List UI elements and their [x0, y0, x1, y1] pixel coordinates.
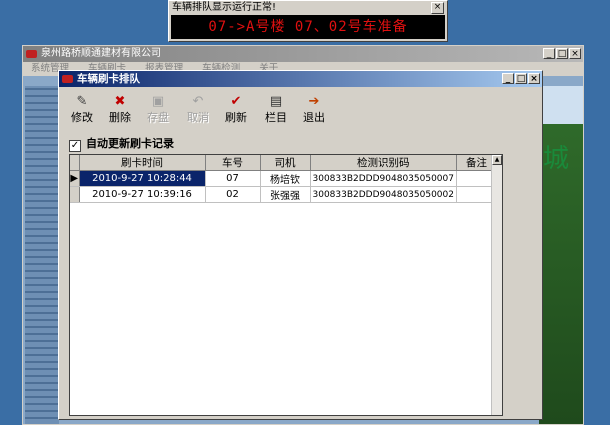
delete-icon: ✖: [114, 94, 126, 109]
cell-driver[interactable]: 张强强: [260, 186, 311, 203]
child-title-text: 车辆刷卡排队: [77, 73, 140, 85]
delete-button[interactable]: ✖ 删除: [103, 91, 137, 129]
records-grid[interactable]: 刷卡时间 车号 司机 检测识别码 备注 ▶ 2010-9-27 10:28:44…: [69, 154, 503, 416]
auto-update-checkbox[interactable]: ✓ 自动更新刷卡记录: [69, 137, 174, 152]
cancel-label: 取消: [187, 111, 209, 124]
main-minimize-button[interactable]: _: [543, 48, 555, 59]
row-pointer-icon: ▶: [70, 170, 80, 187]
exit-button[interactable]: ➔ 退出: [297, 91, 331, 129]
main-title-text: 泉州路桥顺通建材有限公司: [41, 48, 161, 59]
refresh-button[interactable]: ✔ 刷新: [219, 91, 253, 129]
child-close-button[interactable]: ×: [528, 73, 540, 84]
cancel-icon: ↶: [192, 94, 204, 109]
row-indicator: [70, 186, 80, 203]
toolbar: ✎ 修改 ✖ 删除 ▣ 存盘 ↶ 取消 ✔ 刷新 ▤ 栏目 ➔ 退出: [59, 89, 542, 133]
led-message-display: 07->A号楼 07、02号车准备: [171, 15, 445, 39]
child-minimize-button[interactable]: _: [502, 73, 514, 84]
columns-button[interactable]: ▤ 栏目: [259, 91, 293, 129]
header-indicator: [70, 155, 80, 171]
main-close-button[interactable]: ×: [569, 48, 581, 59]
background-sign-text: 城: [542, 144, 569, 174]
refresh-icon: ✔: [230, 94, 242, 109]
app-logo-icon: [26, 50, 37, 58]
led-status-window: 车辆排队显示运行正常! × 07->A号楼 07、02号车准备: [168, 0, 448, 42]
exit-label: 退出: [303, 111, 325, 124]
cancel-button[interactable]: ↶ 取消: [181, 91, 215, 129]
edit-label: 修改: [71, 111, 93, 124]
led-title-text: 车辆排队显示运行正常!: [172, 2, 277, 13]
child-logo-icon: [62, 75, 73, 83]
cell-car[interactable]: 07: [205, 170, 261, 187]
save-icon: ▣: [151, 94, 165, 109]
edit-button[interactable]: ✎ 修改: [65, 91, 99, 129]
edit-icon: ✎: [76, 94, 88, 109]
columns-icon: ▤: [269, 94, 283, 109]
save-label: 存盘: [147, 111, 169, 124]
grid-header-row: 刷卡时间 车号 司机 检测识别码 备注: [70, 155, 497, 171]
cell-time[interactable]: 2010-9-27 10:28:44: [79, 170, 206, 187]
cell-code[interactable]: 300833B2DDD9048035050007: [310, 170, 457, 187]
column-header-driver[interactable]: 司机: [260, 155, 311, 171]
cell-code[interactable]: 300833B2DDD9048035050002: [310, 186, 457, 203]
checkbox-check-icon[interactable]: ✓: [69, 140, 81, 152]
grid-vertical-scrollbar[interactable]: ▲: [491, 155, 502, 415]
led-window-title: 车辆排队显示运行正常! ×: [169, 1, 447, 15]
cell-driver[interactable]: 杨培钦: [260, 170, 311, 187]
card-queue-window: 车辆刷卡排队 _ □ × ✎ 修改 ✖ 删除 ▣ 存盘 ↶ 取消 ✔ 刷新 ▤ …: [58, 70, 543, 420]
cell-time[interactable]: 2010-9-27 10:39:16: [79, 186, 206, 203]
scroll-up-arrow-icon[interactable]: ▲: [492, 155, 502, 165]
led-close-button[interactable]: ×: [431, 2, 444, 14]
column-header-car[interactable]: 车号: [205, 155, 261, 171]
child-maximize-button[interactable]: □: [515, 73, 527, 84]
refresh-label: 刷新: [225, 111, 247, 124]
exit-icon: ➔: [308, 94, 320, 109]
background-building-image: [25, 86, 59, 424]
columns-label: 栏目: [265, 111, 287, 124]
auto-update-label: 自动更新刷卡记录: [86, 137, 174, 150]
column-header-code[interactable]: 检测识别码: [310, 155, 457, 171]
background-trees-image: [539, 86, 583, 424]
table-row[interactable]: 2010-9-27 10:39:16 02 张强强 300833B2DDD904…: [70, 186, 497, 203]
column-header-time[interactable]: 刷卡时间: [79, 155, 206, 171]
cell-car[interactable]: 02: [205, 186, 261, 203]
main-title-bar[interactable]: 泉州路桥顺通建材有限公司 _ □ ×: [23, 46, 583, 62]
delete-label: 删除: [109, 111, 131, 124]
save-button[interactable]: ▣ 存盘: [141, 91, 175, 129]
child-title-bar[interactable]: 车辆刷卡排队 _ □ ×: [59, 71, 542, 87]
table-row[interactable]: ▶ 2010-9-27 10:28:44 07 杨培钦 300833B2DDD9…: [70, 170, 497, 187]
main-maximize-button[interactable]: □: [556, 48, 568, 59]
